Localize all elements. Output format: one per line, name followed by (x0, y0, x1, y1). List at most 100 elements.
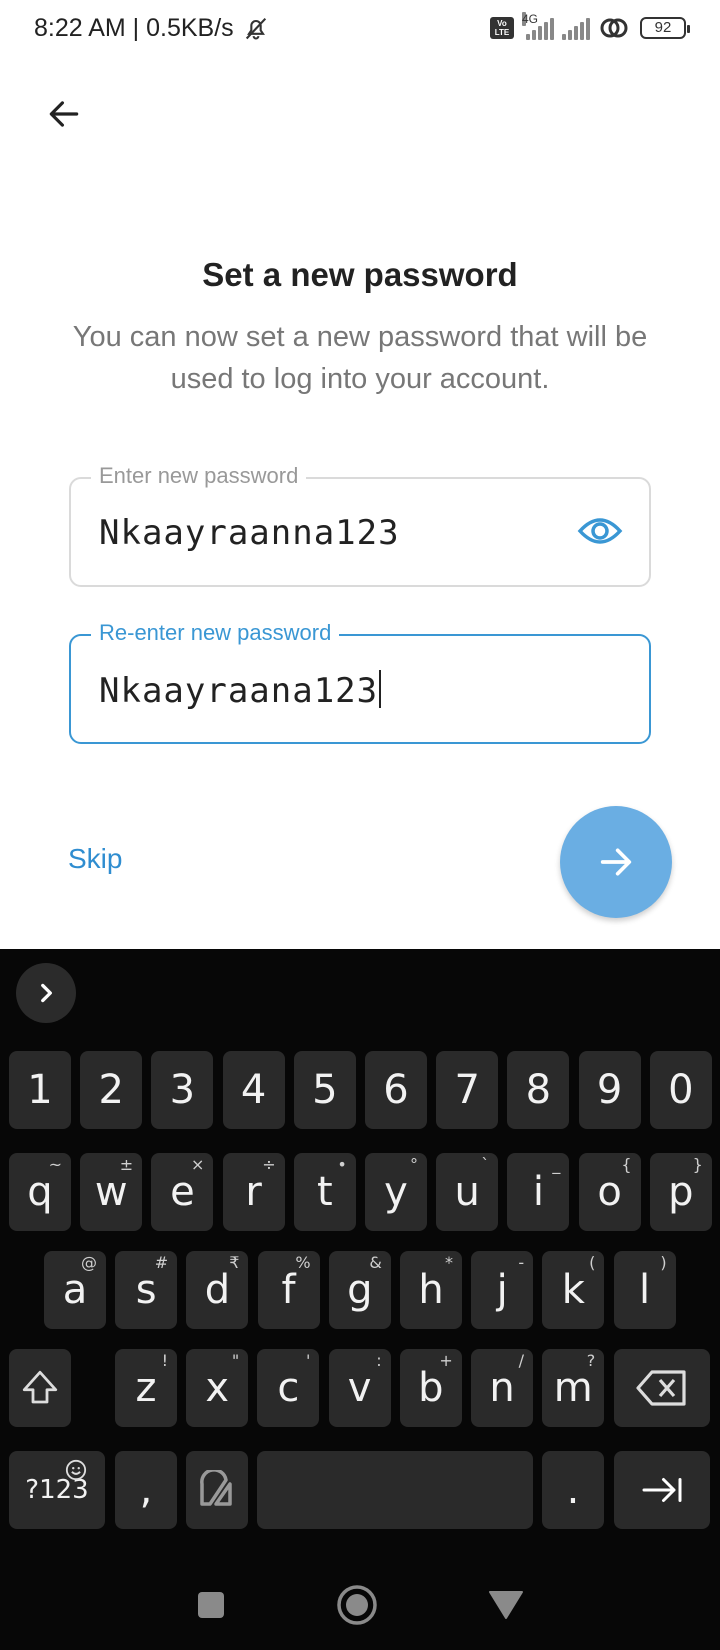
key-q[interactable]: q ~ (9, 1153, 71, 1231)
key-o[interactable]: o{ (578, 1153, 641, 1231)
key-v[interactable]: v: (328, 1349, 391, 1427)
key-0[interactable]: 0 (649, 1051, 712, 1129)
arrow-right-icon (600, 848, 632, 876)
key-k-hint: ( (589, 1253, 596, 1272)
key-k[interactable]: k( (542, 1251, 605, 1329)
shift-key[interactable] (9, 1349, 71, 1427)
keyboard: 1 2 3 4 5 6 7 8 9 0 q ~ w ± e × r ÷ t • y ° u ` i _ o{p} a @ s # d ₹ f% g &… (0, 949, 720, 1650)
home-button[interactable] (336, 1584, 378, 1626)
key-h[interactable]: h * (400, 1251, 462, 1329)
key-6-label: 6 (383, 1067, 409, 1113)
comma-key[interactable]: , (115, 1451, 177, 1529)
signal-4g-icon: 4G (522, 12, 554, 40)
key-p[interactable]: p} (649, 1153, 712, 1231)
key-v-label: v (347, 1365, 372, 1411)
key-7[interactable]: 7 (436, 1051, 499, 1129)
confirm-password-field[interactable]: Re-enter new password Nkaayraana123 (69, 620, 651, 744)
key-c[interactable]: c ' (257, 1349, 320, 1427)
key-z[interactable]: z! (115, 1349, 177, 1427)
period-key-label: . (566, 1467, 580, 1513)
new-password-field[interactable]: Enter new password Nkaayraanna123 (69, 463, 651, 587)
back-button[interactable] (36, 86, 92, 142)
key-x-label: x (205, 1365, 230, 1411)
new-password-value: Nkaayraanna123 (99, 513, 400, 553)
key-e[interactable]: e × (151, 1153, 214, 1231)
key-i[interactable]: i _ (507, 1153, 570, 1231)
page-title: Set a new password (202, 256, 518, 293)
key-q-hint: ~ (48, 1155, 62, 1174)
key-b[interactable]: b + (399, 1349, 462, 1427)
comma-key-label: , (139, 1467, 153, 1513)
backspace-key[interactable] (614, 1349, 710, 1427)
key-8[interactable]: 8 (507, 1051, 570, 1129)
key-1[interactable]: 1 (9, 1051, 71, 1129)
key-f-label: f (281, 1267, 296, 1313)
space-key[interactable] (257, 1451, 533, 1529)
key-3-label: 3 (169, 1067, 196, 1113)
key-i-label: i (532, 1169, 544, 1215)
key-f-hint: % (295, 1253, 311, 1272)
key-j[interactable]: j- (471, 1251, 534, 1329)
key-p-hint: } (692, 1155, 703, 1174)
bell-off-icon (245, 17, 266, 40)
key-l-label: l (639, 1267, 651, 1313)
key-5[interactable]: 5 (293, 1051, 356, 1129)
key-x[interactable]: x " (186, 1349, 249, 1427)
key-x-hint: " (231, 1351, 240, 1370)
key-d[interactable]: d ₹ (186, 1251, 249, 1329)
key-f[interactable]: f% (257, 1251, 320, 1329)
symbols-key[interactable]: ?123 (9, 1451, 105, 1529)
key-t-hint: • (337, 1155, 347, 1174)
key-6[interactable]: 6 (365, 1051, 427, 1129)
period-key[interactable]: . (542, 1451, 604, 1529)
tab-next-key[interactable] (614, 1451, 710, 1529)
key-s[interactable]: s # (115, 1251, 178, 1329)
key-u[interactable]: u ` (436, 1153, 499, 1231)
key-i-hint: _ (552, 1155, 561, 1174)
key-l[interactable]: l) (613, 1251, 676, 1329)
key-w-label: w (94, 1169, 128, 1215)
key-z-label: z (135, 1365, 157, 1411)
language-switch-key[interactable] (186, 1451, 248, 1529)
key-2[interactable]: 2 (80, 1051, 143, 1129)
key-9[interactable]: 9 (578, 1051, 641, 1129)
emoji-icon (65, 1459, 87, 1481)
key-r-label: r (245, 1169, 262, 1215)
arrow-left-icon (49, 101, 79, 127)
keyboard-toolbar-toggle[interactable] (16, 963, 76, 1023)
volte-icon: Vo LTE (490, 17, 514, 39)
key-r[interactable]: r ÷ (222, 1153, 285, 1231)
key-4-label: 4 (240, 1067, 267, 1113)
key-c-hint: ' (305, 1351, 311, 1370)
key-b-hint: + (439, 1351, 453, 1370)
key-a[interactable]: a @ (44, 1251, 106, 1329)
key-w-hint: ± (119, 1155, 134, 1174)
next-button[interactable] (560, 806, 672, 918)
key-3[interactable]: 3 (151, 1051, 214, 1129)
key-t[interactable]: t • (293, 1153, 356, 1231)
key-p-label: p (668, 1169, 694, 1215)
eye-icon[interactable] (577, 511, 623, 551)
text-cursor (379, 670, 382, 708)
key-2-label: 2 (98, 1067, 124, 1113)
key-b-label: b (418, 1365, 444, 1411)
key-n[interactable]: n / (471, 1349, 533, 1427)
language-icon (200, 1470, 232, 1506)
key-m-hint: ? (586, 1351, 596, 1370)
key-g-label: g (347, 1267, 373, 1313)
key-g[interactable]: g & (328, 1251, 391, 1329)
key-n-hint: / (518, 1351, 524, 1370)
key-w[interactable]: w ± (80, 1153, 143, 1231)
key-1-label: 1 (27, 1067, 53, 1113)
key-y[interactable]: y ° (365, 1153, 427, 1231)
key-c-label: c (277, 1365, 300, 1411)
battery-icon: 92 (640, 17, 690, 39)
key-m[interactable]: m? (542, 1349, 605, 1427)
back-nav-button[interactable] (488, 1589, 524, 1621)
recents-button[interactable] (196, 1590, 226, 1620)
key-h-label: h (418, 1267, 444, 1313)
confirm-password-label: Re-enter new password (91, 620, 340, 646)
key-4[interactable]: 4 (222, 1051, 285, 1129)
skip-link[interactable]: Skip (68, 843, 122, 875)
key-m-label: m (553, 1365, 593, 1411)
